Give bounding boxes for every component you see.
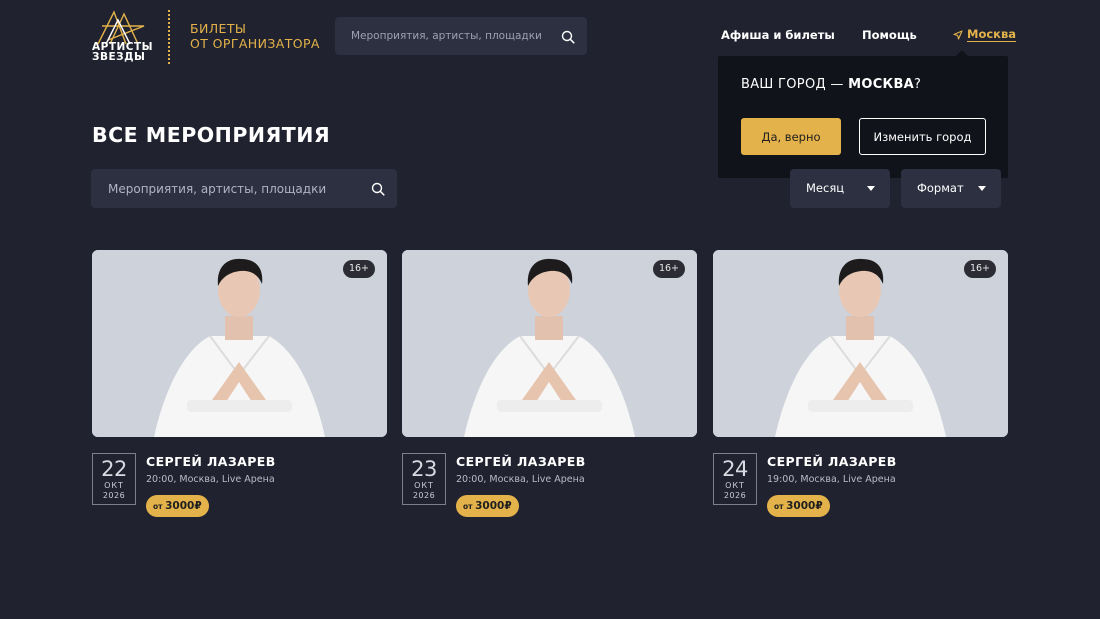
logo-divider [168,10,170,64]
event-year: 2026 [412,491,436,500]
city-question-city: МОСКВА [848,77,915,92]
price-prefix: от [774,502,787,511]
events-search-input[interactable] [91,169,397,208]
format-filter-label: Формат [917,181,964,195]
event-title[interactable]: СЕРГЕЙ ЛАЗАРЕВ [767,454,897,469]
price-value: 3000₽ [165,500,202,512]
format-filter-dropdown[interactable]: Формат [901,169,1001,208]
event-date: 23 ОКТ 2026 [402,453,446,505]
event-card[interactable]: 16+ 23 ОКТ 2026 СЕРГЕЙ ЛАЗАРЕВ 20:00, Мо… [402,250,697,517]
age-rating-badge: 16+ [342,260,375,278]
city-selector[interactable]: Москва [953,27,1017,42]
event-card[interactable]: 16+ 24 ОКТ 2026 СЕРГЕЙ ЛАЗАРЕВ 19:00, Мо… [713,250,1008,517]
change-city-button[interactable]: Изменить город [859,118,986,155]
location-arrow-icon [953,30,963,40]
event-month: ОКТ [414,481,434,490]
event-meta: 20:00, Москва, Live Арена [146,474,275,485]
event-day: 24 [722,457,748,481]
age-rating-badge: 16+ [963,260,996,278]
logo-wordmark[interactable]: АРТИСТЫ ЗВЕЗДЫ [92,42,153,63]
price-button[interactable]: от 3000₽ [456,495,519,517]
tagline: БИЛЕТЫ ОТ ОРГАНИЗАТОРА [190,21,320,51]
logo-line2: ЗВЕЗДЫ [92,51,146,63]
event-month: ОКТ [104,481,124,490]
event-month: ОКТ [725,481,745,490]
event-meta: 20:00, Москва, Live Арена [456,474,585,485]
tagline-line1: БИЛЕТЫ [190,21,247,36]
city-question-suffix: ? [914,77,922,92]
nav-afisha-link[interactable]: Афиша и билеты [721,28,835,42]
city-question: ВАШ ГОРОД — МОСКВА? [741,77,921,92]
event-meta: 19:00, Москва, Live Арена [767,474,896,485]
events-search [91,169,397,208]
event-title[interactable]: СЕРГЕЙ ЛАЗАРЕВ [146,454,276,469]
price-value: 3000₽ [786,500,823,512]
artist-photo [92,250,387,437]
popup-pointer [956,50,968,56]
event-date: 24 ОКТ 2026 [713,453,757,505]
city-label: Москва [967,27,1017,42]
artist-photo [402,250,697,437]
header-search [335,17,587,55]
event-year: 2026 [723,491,747,500]
header-search-input[interactable] [335,17,587,55]
city-question-prefix: ВАШ ГОРОД — [741,77,849,92]
age-rating-badge: 16+ [652,260,685,278]
event-poster-image[interactable]: 16+ [713,250,1008,437]
event-date: 22 ОКТ 2026 [92,453,136,505]
event-day: 22 [101,457,127,481]
price-button[interactable]: от 3000₽ [146,495,209,517]
search-icon[interactable] [371,182,385,196]
event-title[interactable]: СЕРГЕЙ ЛАЗАРЕВ [456,454,586,469]
event-poster-image[interactable]: 16+ [402,250,697,437]
event-day: 23 [411,457,437,481]
month-filter-dropdown[interactable]: Месяц [790,169,890,208]
price-prefix: от [153,502,166,511]
page-title: ВСЕ МЕРОПРИЯТИЯ [92,123,331,147]
event-card[interactable]: 16+ 22 ОКТ 2026 СЕРГЕЙ ЛАЗАРЕВ 20:00, Мо… [92,250,387,517]
city-confirm-popup: ВАШ ГОРОД — МОСКВА? Да, верно Изменить г… [718,50,1008,178]
artist-photo [713,250,1008,437]
tagline-line2: ОТ ОРГАНИЗАТОРА [190,36,320,51]
chevron-down-icon [867,186,875,191]
chevron-down-icon [978,186,986,191]
nav-help-link[interactable]: Помощь [862,28,917,42]
search-icon[interactable] [561,30,575,44]
price-value: 3000₽ [475,500,512,512]
price-button[interactable]: от 3000₽ [767,495,830,517]
event-poster-image[interactable]: 16+ [92,250,387,437]
confirm-city-button[interactable]: Да, верно [741,118,841,155]
price-prefix: от [463,502,476,511]
event-year: 2026 [102,491,126,500]
month-filter-label: Месяц [806,181,845,195]
